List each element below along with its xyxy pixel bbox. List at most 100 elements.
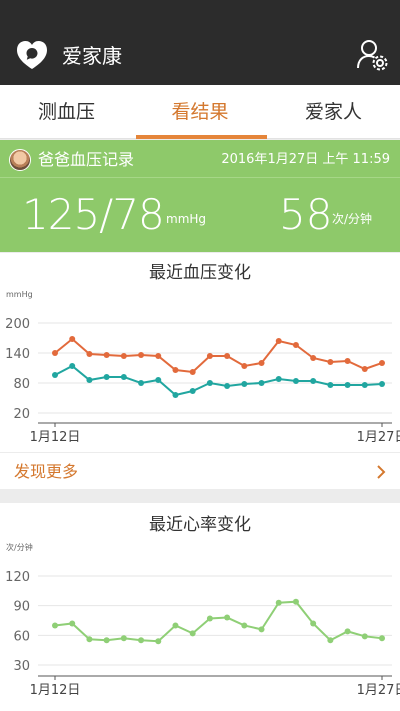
y-tick-label: 90 <box>13 600 30 615</box>
bp-chart-title: 最近血压变化 <box>149 263 251 283</box>
data-point <box>69 363 76 369</box>
data-point <box>86 636 93 643</box>
x-tick-label: 1月27日 <box>357 683 400 698</box>
data-point <box>241 381 248 387</box>
blood-pressure-value: 125/78 <box>22 190 165 239</box>
data-point <box>224 614 231 621</box>
data-point <box>292 598 299 605</box>
record-title: 爸爸血压记录 <box>38 150 135 169</box>
data-point <box>224 353 231 359</box>
data-point <box>292 378 299 384</box>
data-point <box>361 633 368 640</box>
data-point <box>379 635 385 642</box>
data-point <box>275 599 282 606</box>
data-point <box>120 353 127 359</box>
data-point <box>292 342 299 348</box>
discover-more-label: 发现更多 <box>14 462 79 481</box>
record-datetime: 2016年1月27日 上午 11:59 <box>221 152 390 167</box>
record-header: 爸爸血压记录 2016年1月27日 上午 11:59 <box>0 140 400 178</box>
heart-rate-card: 最近心率变化 次/分钟 120 90 60 301月12日 1月27日 <box>0 503 400 711</box>
data-point <box>310 355 317 361</box>
data-point <box>189 630 196 637</box>
data-point <box>103 352 110 358</box>
data-point <box>361 382 368 388</box>
x-tick-label: 1月12日 <box>30 430 81 445</box>
data-point <box>344 382 351 388</box>
data-point <box>258 360 265 366</box>
y-axis-unit-label: mmHg <box>6 290 33 299</box>
data-point <box>379 381 385 387</box>
data-point <box>224 383 231 389</box>
data-point <box>206 380 213 386</box>
chevron-right-icon <box>377 465 386 479</box>
data-point <box>379 360 385 366</box>
avatar <box>9 149 31 171</box>
data-point <box>258 626 265 633</box>
hr-chart-title: 最近心率变化 <box>149 515 251 535</box>
data-point <box>69 336 76 342</box>
data-point <box>120 374 127 380</box>
blood-pressure-card: 最近血压变化 mmHg 200 140 80 201月12日 1月27日 发现更多 <box>0 253 400 489</box>
app-bar: 爱家康 <box>0 0 400 85</box>
data-point <box>120 635 127 642</box>
data-point <box>275 376 282 382</box>
heart-rate-chart: 次/分钟 120 90 60 301月12日 1月27日 <box>5 542 400 698</box>
y-tick-label: 30 <box>13 659 30 674</box>
heart-rate-unit: 次/分钟 <box>332 212 373 226</box>
data-point <box>52 350 58 356</box>
discover-more-link[interactable]: 发现更多 <box>0 452 400 489</box>
y-axis-unit-label: 次/分钟 <box>6 542 33 552</box>
blood-pressure-chart: mmHg 200 140 80 201月12日 1月27日 <box>5 290 400 445</box>
data-point <box>327 382 334 388</box>
x-tick-label: 1月12日 <box>30 683 81 698</box>
data-point <box>258 380 265 386</box>
data-point <box>344 628 351 635</box>
data-point <box>52 622 58 629</box>
data-point <box>361 366 368 372</box>
latest-reading: 125/78 mmHg 58 次/分钟 <box>0 178 400 252</box>
data-point <box>327 359 334 365</box>
data-point <box>275 338 282 344</box>
data-point <box>86 351 93 357</box>
data-point <box>69 620 76 627</box>
y-tick-label: 140 <box>5 347 30 362</box>
blood-pressure-unit: mmHg <box>166 212 207 226</box>
active-tab-indicator <box>136 135 267 139</box>
tab-results[interactable]: 看结果 <box>133 85 267 139</box>
data-point <box>155 353 162 359</box>
data-point <box>103 637 110 644</box>
tab-family[interactable]: 爱家人 <box>267 85 400 139</box>
data-point <box>241 622 248 629</box>
data-point <box>327 637 334 644</box>
data-point <box>103 374 110 380</box>
y-tick-label: 120 <box>5 570 30 585</box>
app-title: 爱家康 <box>62 44 122 68</box>
data-point <box>138 352 145 358</box>
data-point <box>241 363 248 369</box>
data-point <box>206 615 213 622</box>
heart-chat-logo-icon <box>17 41 47 69</box>
data-point <box>172 367 179 373</box>
data-point <box>189 388 196 394</box>
data-point <box>344 358 351 364</box>
series-line <box>54 364 383 397</box>
data-point <box>206 353 213 359</box>
y-tick-label: 20 <box>13 407 30 422</box>
tab-measure[interactable]: 测血压 <box>0 85 133 139</box>
data-point <box>52 372 58 378</box>
data-point <box>155 638 162 645</box>
data-point <box>138 380 145 386</box>
y-tick-label: 60 <box>13 629 30 644</box>
data-point <box>172 622 179 629</box>
data-point <box>86 377 93 383</box>
data-point <box>310 620 317 627</box>
y-tick-label: 200 <box>5 317 30 332</box>
heart-rate-value: 58 <box>279 190 333 239</box>
x-tick-label: 1月27日 <box>357 430 400 445</box>
data-point <box>172 392 179 398</box>
data-point <box>155 377 162 383</box>
data-point <box>138 637 145 644</box>
user-settings-icon[interactable] <box>355 38 389 72</box>
tab-bar: 测血压 看结果 爱家人 <box>0 85 400 139</box>
data-point <box>310 378 317 384</box>
